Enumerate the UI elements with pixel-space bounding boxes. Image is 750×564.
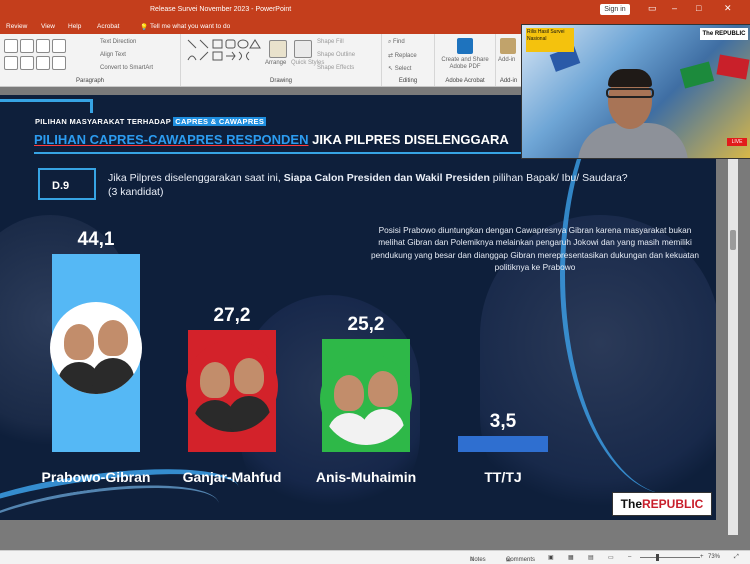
replace-button[interactable]: ⇄ Replace [388,52,417,59]
editing-group: ⌕ Find ⇄ Replace ↖ Select Editing [382,34,435,86]
create-share-pdf-button[interactable]: Create and Share Adobe PDF [439,57,491,71]
numbering-icon[interactable] [20,39,34,53]
quick-styles-icon[interactable] [294,40,312,58]
the-republic-logo: TheREPUBLIC [612,492,712,516]
candidate-1-torso-2 [92,358,134,394]
align-left-icon[interactable] [4,56,18,70]
chart-value-label-4: 3,5 [489,411,517,433]
candidate-2-torso-2 [228,396,270,432]
adobe-acrobat-group: Create and Share Adobe PDF Adobe Acrobat [435,34,496,86]
convert-smartart-button[interactable]: Convert to SmartArt [100,65,153,71]
drawing-group-label: Drawing [269,78,292,84]
zoom-in-icon[interactable]: + [700,554,704,560]
bullets-icon[interactable] [4,39,18,53]
status-bar: ≡ Notes ✉ Comments ▣ ▦ ▤ ▭ – + 73% ⤢ [0,550,750,564]
chart-bar-4 [458,436,548,452]
chart-value-label-2: 27,2 [213,304,251,326]
lightbulb-icon: 💡 [140,24,149,31]
candidate-2-person-1 [200,362,230,398]
zoom-slider-thumb[interactable] [656,554,659,561]
tab-acrobat[interactable]: Acrobat [97,23,119,30]
scrollbar-thumb[interactable] [730,230,736,250]
shapes-gallery-icon[interactable] [186,38,261,72]
chart-category-label-3: Anis-Muhaimin [315,469,417,485]
addin-label: Add-in [499,78,518,84]
title-bar: Release Survei November 2023 - PowerPoin… [0,0,750,20]
presenter-hair [608,69,652,87]
candidate-3-person-2 [368,371,398,407]
adobe-acrobat-label: Adobe Acrobat [445,78,485,84]
chart-category-label-1: Prabowo-Gibran [41,469,151,485]
replace-label: Replace [394,53,417,59]
minimize-icon[interactable]: – [672,3,677,13]
replace-icon: ⇄ [388,53,394,59]
event-tag: Rilis Hasil Survei Nasional [526,28,574,52]
candidate-photo-3 [320,353,412,445]
normal-view-icon[interactable]: ▣ [548,554,554,561]
select-label: Select [394,66,412,72]
chart-category-label-2: Ganjar-Mahfud [182,469,282,485]
select-button[interactable]: ↖ Select [388,65,411,72]
decrease-indent-icon[interactable] [36,39,50,53]
candidate-3-torso-2 [362,409,404,445]
window-title: Release Survei November 2023 - PowerPoin… [150,6,292,13]
zoom-out-icon[interactable]: – [628,554,631,560]
editing-group-label: Editing [398,78,418,84]
shape-outline-button[interactable]: Shape Outline [317,52,355,58]
candidate-3-person-1 [334,375,364,411]
comments-label: Comments [506,557,536,563]
cursor-icon: ↖ [388,66,394,72]
align-text-button[interactable]: Align Text [100,52,126,58]
chart-value-label-1: 44,1 [77,229,115,250]
find-label: Find [393,39,405,45]
chart-category-label-4: TT/TJ [484,469,522,485]
tab-view[interactable]: View [41,23,55,30]
drawing-group: Arrange Quick Styles Shape Fill Shape Ou… [181,34,382,86]
close-icon[interactable]: ✕ [724,3,732,14]
shape-effects-button[interactable]: Shape Effects [317,65,354,71]
candidate-photo-2 [186,340,278,432]
tab-help[interactable]: Help [68,23,81,30]
zoom-slider[interactable] [640,557,700,558]
addin-group: Add-in Add-in [496,34,521,86]
addin-button[interactable]: Add-in [498,57,515,63]
sign-in-button[interactable]: Sign in [600,4,630,15]
justify-icon[interactable] [52,56,66,70]
slideshow-icon[interactable]: ▭ [608,554,614,561]
presenter-video[interactable]: Rilis Hasil Survei Nasional The REPUBLIC… [521,24,750,159]
presenter-glasses [606,88,654,98]
paragraph-group-label: Paragraph [75,78,105,84]
candidate-photo-1 [50,302,142,394]
find-button[interactable]: ⌕ Find [388,39,405,46]
slide-sorter-icon[interactable]: ▦ [568,554,574,561]
logo-name: REPUBLIC [642,497,704,511]
paragraph-group: Text Direction Align Text Convert to Sma… [0,34,181,86]
shape-fill-button[interactable]: Shape Fill [317,39,344,45]
tell-me-search[interactable]: Tell me what you want to do [150,23,230,30]
arrange-icon[interactable] [269,40,287,58]
maximize-icon[interactable]: □ [696,3,701,13]
align-center-icon[interactable] [20,56,34,70]
tab-review[interactable]: Review [6,23,27,30]
vertical-scrollbar[interactable] [728,95,738,535]
notes-label: Notes [470,557,486,563]
arrange-button[interactable]: Arrange [265,60,286,66]
zoom-level[interactable]: 73% [708,554,720,560]
candidate-1-person-2 [98,320,128,356]
align-right-icon[interactable] [36,56,50,70]
increase-indent-icon[interactable] [52,39,66,53]
pdf-icon[interactable] [457,38,473,54]
live-badge: LIVE [727,138,747,146]
text-direction-button[interactable]: Text Direction [100,39,136,45]
search-icon: ⌕ [388,39,392,45]
candidate-2-person-2 [234,358,264,394]
fit-to-window-icon[interactable]: ⤢ [734,554,739,561]
addin-icon[interactable] [500,38,516,54]
video-logo: The REPUBLIC [700,28,748,40]
ribbon-display-icon[interactable]: ▭ [648,3,657,14]
reading-view-icon[interactable]: ▤ [588,554,594,561]
logo-prefix: The [620,497,642,511]
chart-value-label-3: 25,2 [347,313,385,335]
candidate-1-person-1 [64,324,94,360]
